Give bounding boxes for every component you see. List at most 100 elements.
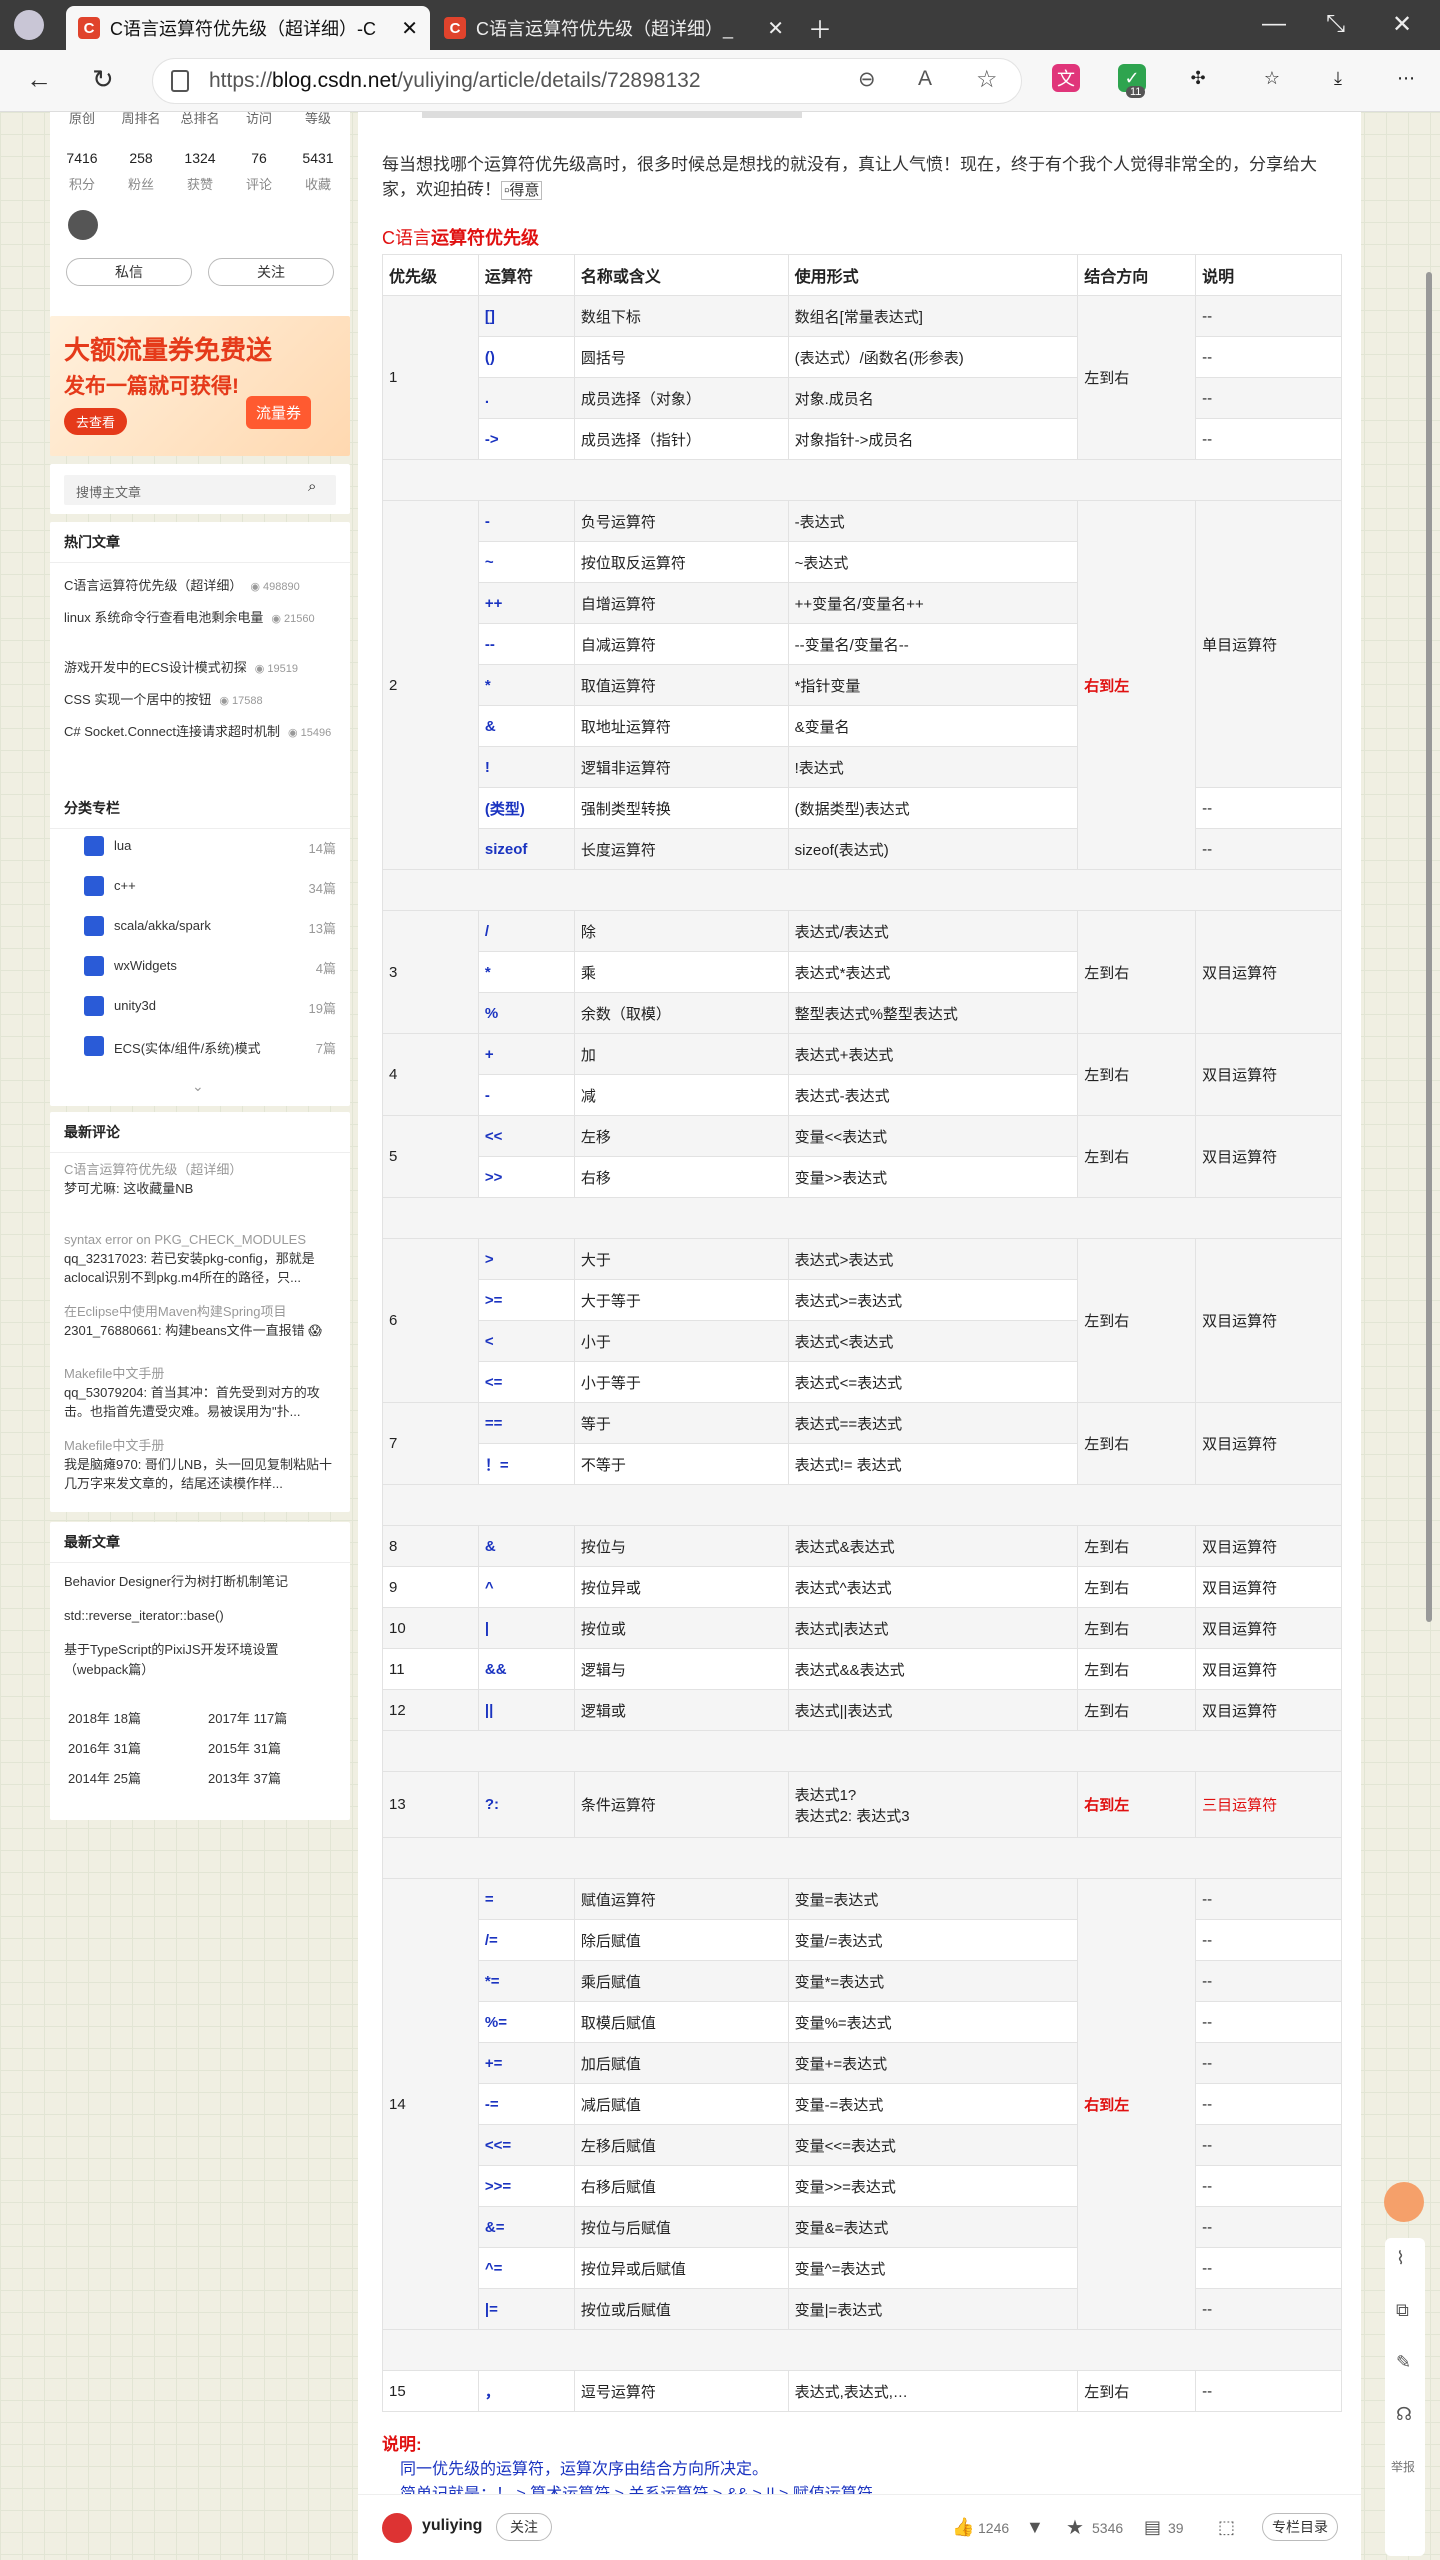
close-icon[interactable]: ✕ xyxy=(767,16,784,41)
share-icon[interactable]: ⬚ xyxy=(1218,2517,1235,2538)
badge-icon xyxy=(68,210,98,240)
note-cell: 双目运算符 xyxy=(1195,1648,1342,1690)
follow-author-button[interactable]: 关注 xyxy=(496,2513,552,2541)
translate-icon[interactable]: 文 xyxy=(1052,64,1080,92)
follow-button[interactable]: 关注 xyxy=(208,258,334,286)
window-close-icon[interactable]: ✕ xyxy=(1392,10,1412,39)
author-name[interactable]: yuliying xyxy=(422,2517,482,2535)
edit-icon[interactable]: ✎ xyxy=(1396,2352,1411,2373)
profile-avatar-icon[interactable] xyxy=(14,10,44,40)
hot-title: 热门文章 xyxy=(50,522,350,563)
category-item[interactable]: ECS(实体/组件/系统)模式 7篇 xyxy=(84,1036,336,1058)
download-icon[interactable]: ⤓ xyxy=(1324,64,1352,92)
recent-article-item[interactable]: Behavior Designer行为树打断机制笔记 xyxy=(64,1572,336,1592)
toc-button[interactable]: 专栏目录 xyxy=(1262,2513,1338,2541)
scrollbar[interactable] xyxy=(1424,162,1434,1622)
comment-article: C语言运算符优先级（超详细） xyxy=(64,1162,243,1177)
author-avatar[interactable] xyxy=(382,2513,412,2543)
table-header: 使用形式 xyxy=(787,254,1079,296)
usage-cell: 表达式1? 表达式2: 表达式3 xyxy=(787,1771,1079,1838)
eye-icon: ◉ xyxy=(219,695,232,707)
support-icon[interactable]: ☊ xyxy=(1396,2404,1412,2425)
archive-item[interactable]: 2017年 117篇 xyxy=(208,1708,287,1727)
chart-icon[interactable]: ⌇ xyxy=(1396,2248,1405,2269)
archive-item[interactable]: 2015年 31篇 xyxy=(208,1738,281,1757)
ad-banner[interactable]: 大额流量券免费送 发布一篇就可获得! 去查看 流量券 xyxy=(50,316,350,456)
message-button[interactable]: 私信 xyxy=(66,258,192,286)
meaning-cell: 逗号运算符 xyxy=(573,2370,789,2412)
read-aloud-icon[interactable]: A xyxy=(918,67,932,91)
extension-badge: 11 xyxy=(1126,86,1146,98)
new-tab-icon[interactable]: ＋ xyxy=(808,10,832,45)
recent-article-item[interactable]: std::reverse_iterator::base() xyxy=(64,1606,336,1626)
comment-count: 39 xyxy=(1168,2520,1184,2536)
puzzle-icon[interactable]: ✣ xyxy=(1184,64,1212,92)
dislike-icon[interactable]: ▼ xyxy=(1026,2517,1044,2538)
ad-button[interactable]: 去查看 xyxy=(64,408,128,435)
category-item[interactable]: unity3d 19篇 xyxy=(84,996,336,1018)
archive-item[interactable]: 2013年 37篇 xyxy=(208,1768,281,1787)
stat-sublabel: 积分 xyxy=(68,177,95,192)
refresh-icon[interactable]: ↻ xyxy=(92,64,114,95)
meaning-cell: 按位与后赋值 xyxy=(573,2206,789,2248)
operator-cell: -- xyxy=(477,623,575,665)
table-row: *= 乘后赋值 变量*=表达式 -- xyxy=(382,1960,1342,2002)
direction-cell: 右到左 xyxy=(1077,500,1197,870)
comment-article: 在Eclipse中使用Maven构建Spring项目 xyxy=(64,1304,287,1319)
hot-article-item[interactable]: C语言运算符优先级（超详细） ◉ 498890 xyxy=(64,576,336,597)
stat-value: 7416 xyxy=(66,150,98,166)
tab-inactive[interactable]: C C语言运算符优先级（超详细）_ ✕ xyxy=(432,6,796,50)
restore-icon[interactable]: ⤡ xyxy=(1326,10,1345,38)
url-path: /yuliying/article/details/72898132 xyxy=(396,69,701,92)
smiley-alt: 得意 xyxy=(509,182,540,199)
back-icon[interactable]: ← xyxy=(26,64,52,95)
report-button[interactable]: 举报 xyxy=(1391,2458,1415,2475)
hot-article-item[interactable]: CSS 实现一个居中的按钮 ◉ 17588 xyxy=(64,690,336,711)
url-field[interactable]: https://blog.csdn.net/yuliying/article/d… xyxy=(152,58,1022,104)
close-icon[interactable]: ✕ xyxy=(401,16,418,41)
favorite-icon[interactable]: ☆ xyxy=(976,65,998,94)
category-item[interactable]: scala/akka/spark 13篇 xyxy=(84,916,336,938)
minimize-icon[interactable]: — xyxy=(1262,10,1286,38)
tab-active[interactable]: C C语言运算符优先级（超详细）-C ✕ xyxy=(66,6,430,50)
usage-cell: 表达式|表达式 xyxy=(787,1607,1079,1649)
recent-article-item[interactable]: 基于TypeScript的PixiJS开发环境设置（webpack篇） xyxy=(64,1640,336,1680)
category-item[interactable]: c++ 34篇 xyxy=(84,876,336,898)
more-icon[interactable]: ⋯ xyxy=(1392,64,1420,92)
hot-article-item[interactable]: C# Socket.Connect连接请求超时机制 ◉ 15496 xyxy=(64,722,336,743)
category-item[interactable]: wxWidgets 4篇 xyxy=(84,956,336,978)
priority-cell: 8 xyxy=(382,1525,479,1567)
archive-item[interactable]: 2014年 25篇 xyxy=(68,1768,141,1787)
comment-item[interactable]: Makefile中文手册 qq_53079204: 首当其冲：首先受到对方的攻击。… xyxy=(64,1364,336,1421)
priority-cell: 10 xyxy=(382,1607,479,1649)
category-icon xyxy=(84,1036,104,1056)
hot-article-item[interactable]: 游戏开发中的ECS设计模式初探 ◉ 19519 xyxy=(64,658,336,679)
collections-icon[interactable]: ☆ xyxy=(1258,64,1286,92)
comment-item[interactable]: Makefile中文手册 我是脑瘫970: 哥们儿NB，头一回见复制粘贴十几万字来… xyxy=(64,1436,336,1493)
comment-item[interactable]: 在Eclipse中使用Maven构建Spring项目 2301_76880661:… xyxy=(64,1302,336,1340)
chevron-down-icon[interactable]: ⌄ xyxy=(192,1078,204,1095)
priority-cell: 12 xyxy=(382,1689,479,1731)
like-icon[interactable]: 👍 xyxy=(952,2517,974,2538)
page: 原创 7416 积分 周排名 258 粉丝 总排名 1324 获赞 访问 76 评论 等级 5431 收藏 … xyxy=(0,112,1440,2560)
comment-icon[interactable]: ▤ xyxy=(1144,2517,1161,2538)
copy-icon[interactable]: ⧉ xyxy=(1396,2300,1409,2321)
star-icon[interactable]: ★ xyxy=(1066,2515,1084,2540)
search-input[interactable]: 搜博主文章 xyxy=(64,475,336,505)
archive-item[interactable]: 2016年 31篇 xyxy=(68,1738,141,1757)
hot-article-item[interactable]: linux 系统命令行查看电池剩余电量 ◉ 21560 xyxy=(64,608,336,629)
comment-item[interactable]: syntax error on PKG_CHECK_MODULES qq_3231… xyxy=(64,1230,336,1287)
zoom-icon[interactable]: ⊖ xyxy=(858,67,876,92)
usage-cell: ++变量名/变量名++ xyxy=(787,582,1079,624)
scrollbar-thumb[interactable] xyxy=(1426,272,1432,1622)
operator-cell: - xyxy=(477,500,575,542)
usage-cell: 变量<<=表达式 xyxy=(787,2124,1079,2166)
operator-cell: %= xyxy=(477,2001,575,2043)
search-icon[interactable]: ⌕ xyxy=(308,478,316,495)
mascot-icon[interactable] xyxy=(1378,2182,1430,2232)
category-item[interactable]: lua 14篇 xyxy=(84,836,336,858)
archive-item[interactable]: 2018年 18篇 xyxy=(68,1708,141,1727)
meaning-cell: 逻辑或 xyxy=(573,1689,789,1731)
comment-item[interactable]: C语言运算符优先级（超详细） 梦可尤嘛: 这收藏量NB xyxy=(64,1160,336,1198)
table-cell xyxy=(382,2329,1342,2371)
